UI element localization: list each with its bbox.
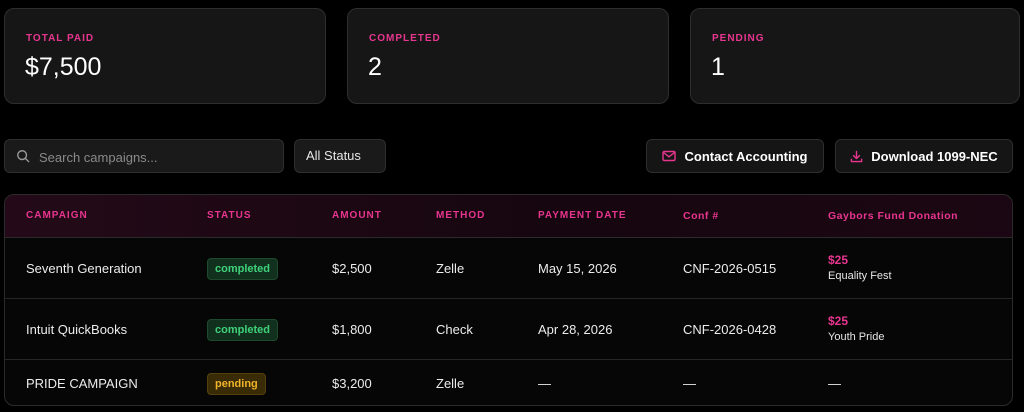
pending-label: PENDING [712, 33, 765, 44]
contact-accounting-button[interactable]: Contact Accounting [646, 139, 824, 173]
total-paid-card: TOTAL PAID $7,500 [4, 8, 326, 104]
download-1099-button[interactable]: Download 1099-NEC [835, 139, 1013, 173]
cell-conf: CNF-2026-0515 [683, 261, 777, 276]
cell-campaign: Seventh Generation [26, 261, 142, 276]
payments-table: CAMPAIGN STATUS AMOUNT METHOD PAYMENT DA… [4, 194, 1013, 406]
cell-method: Zelle [436, 261, 465, 276]
cell-method: Zelle [436, 376, 465, 391]
header-campaign[interactable]: CAMPAIGN [26, 210, 88, 221]
status-badge: completed [207, 319, 279, 341]
pending-value: 1 [711, 53, 725, 81]
header-donation[interactable]: Gaybors Fund Donation [828, 210, 958, 222]
header-amount[interactable]: AMOUNT [332, 210, 382, 221]
mail-icon [662, 150, 677, 162]
pending-card: PENDING 1 [690, 8, 1020, 104]
donation-event: Youth Pride [828, 331, 885, 343]
contact-accounting-label: Contact Accounting [684, 148, 808, 164]
search-box[interactable] [4, 139, 284, 173]
table-row[interactable]: Seventh Generation completed $2,500 Zell… [5, 238, 1012, 299]
search-input[interactable] [39, 146, 277, 168]
header-method[interactable]: METHOD [436, 210, 485, 221]
cell-campaign: PRIDE CAMPAIGN [26, 376, 138, 391]
cell-conf: — [683, 376, 696, 391]
status-badge: completed [207, 258, 279, 280]
total-paid-label: TOTAL PAID [26, 33, 95, 44]
cell-method: Check [436, 322, 473, 337]
cell-amount: $1,800 [332, 322, 372, 337]
header-status[interactable]: STATUS [207, 210, 252, 221]
cell-campaign: Intuit QuickBooks [26, 322, 128, 337]
completed-value: 2 [368, 53, 382, 81]
completed-label: COMPLETED [369, 33, 441, 44]
donation-event: Equality Fest [828, 270, 892, 282]
donation-amount: $25 [828, 253, 849, 267]
cell-amount: $2,500 [332, 261, 372, 276]
cell-payment-date: — [538, 376, 551, 391]
download-1099-label: Download 1099-NEC [871, 148, 998, 164]
cell-payment-date: May 15, 2026 [538, 261, 617, 276]
cell-payment-date: Apr 28, 2026 [538, 322, 613, 337]
header-conf[interactable]: Conf # [683, 210, 719, 222]
summary-cards: TOTAL PAID $7,500 COMPLETED 2 PENDING 1 [4, 8, 1020, 104]
status-filter-select[interactable]: All Status [294, 139, 386, 173]
completed-card: COMPLETED 2 [347, 8, 669, 104]
cell-amount: $3,200 [332, 376, 372, 391]
table-header: CAMPAIGN STATUS AMOUNT METHOD PAYMENT DA… [5, 195, 1012, 238]
table-row[interactable]: PRIDE CAMPAIGN pending $3,200 Zelle — — … [5, 360, 1012, 405]
cell-conf: CNF-2026-0428 [683, 322, 777, 337]
search-icon [17, 150, 30, 163]
status-badge: pending [207, 373, 266, 395]
cell-donation: — [828, 376, 841, 391]
table-row[interactable]: Intuit QuickBooks completed $1,800 Check… [5, 299, 1012, 360]
total-paid-value: $7,500 [25, 53, 102, 81]
header-payment-date[interactable]: PAYMENT DATE [538, 210, 627, 221]
download-icon [850, 150, 863, 162]
donation-amount: $25 [828, 314, 849, 328]
